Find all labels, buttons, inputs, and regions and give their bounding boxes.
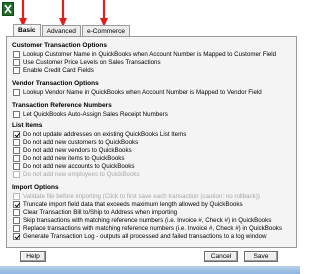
help-button[interactable]: Help <box>20 251 46 262</box>
checkbox-checked[interactable] <box>13 232 20 240</box>
excel-icon <box>2 2 14 16</box>
checkbox[interactable] <box>13 216 20 224</box>
option-lookup-vendor-name[interactable]: Lookup Vendor Name in QuickBooks when Ac… <box>13 88 262 96</box>
checkbox[interactable] <box>13 154 20 162</box>
checkbox[interactable] <box>13 58 20 66</box>
save-button[interactable]: Save <box>244 251 278 262</box>
option-customer-price-levels[interactable]: Use Customer Price Levels on Sales Trans… <box>13 58 161 66</box>
save-button-label: Save <box>253 253 269 260</box>
checkbox[interactable] <box>13 110 20 118</box>
option-label: Do not update addresses on existing Quic… <box>23 130 187 138</box>
checkbox[interactable] <box>13 138 20 146</box>
cancel-button-label: Cancel <box>210 253 232 260</box>
checkbox-disabled <box>13 170 20 178</box>
option-auto-assign-receipt-numbers[interactable]: Let QuickBooks Auto-Assign Sales Receipt… <box>13 110 168 118</box>
option-no-add-customers[interactable]: Do not add new customers to QuickBooks <box>13 138 138 146</box>
checkbox[interactable] <box>13 66 20 74</box>
option-label: Clear Transaction Bill to/Ship to Addres… <box>23 208 178 216</box>
checkbox-disabled <box>13 192 20 200</box>
tab-basic-label: Basic <box>18 27 36 34</box>
checkbox-checked[interactable] <box>13 200 20 208</box>
option-truncate-field-data[interactable]: Truncate import field data that exceeds … <box>13 200 243 208</box>
option-no-add-vendors[interactable]: Do not add new vendors to QuickBooks <box>13 146 132 154</box>
option-label: Let QuickBooks Auto-Assign Sales Receipt… <box>23 110 168 118</box>
tab-ecommerce-label: e-Commerce <box>86 28 126 35</box>
option-replace-matching-transactions[interactable]: Replace transactions with matching refer… <box>13 224 282 232</box>
option-label: Do not add new employees to QuickBooks <box>23 170 140 178</box>
section-title-list-items: List Items <box>12 122 43 129</box>
option-no-update-addresses[interactable]: Do not update addresses on existing Quic… <box>13 130 186 138</box>
option-skip-matching-transactions[interactable]: Skip transactions with matching referenc… <box>13 216 271 224</box>
option-label: Enable Credit Card Fields <box>23 66 94 74</box>
option-label: Lookup Vendor Name in QuickBooks when Ac… <box>23 88 262 96</box>
checkbox[interactable] <box>13 208 20 216</box>
option-label: Do not add new vendors to QuickBooks <box>23 146 132 154</box>
section-title-customer: Customer Transaction Options <box>12 42 107 49</box>
window-bottom-border <box>0 266 300 274</box>
option-credit-card-fields[interactable]: Enable Credit Card Fields <box>13 66 94 74</box>
checkbox[interactable] <box>13 162 20 170</box>
tab-advanced-label: Advanced <box>46 28 76 35</box>
section-title-import-options: Import Options <box>12 184 59 191</box>
option-no-add-items[interactable]: Do not add new items to QuickBooks <box>13 154 124 162</box>
option-label: Do not add new customers to QuickBooks <box>23 138 139 146</box>
checkbox-checked[interactable] <box>13 130 20 138</box>
options-panel: Customer Transaction Options Lookup Cust… <box>6 36 297 248</box>
option-validate-file: Validate file before importing (Click to… <box>13 192 260 200</box>
section-title-reference-numbers: Transaction Reference Numbers <box>12 102 112 109</box>
option-no-add-employees: Do not add new employees to QuickBooks <box>13 170 140 178</box>
option-label: Validate file before importing (Click to… <box>23 192 260 200</box>
option-label: Do not add new items to QuickBooks <box>23 154 125 162</box>
option-label: Generate Transaction Log - outputs all p… <box>23 232 267 240</box>
option-no-add-accounts[interactable]: Do not add new accounts to QuickBooks <box>13 162 134 170</box>
checkbox[interactable] <box>13 50 20 58</box>
checkbox[interactable] <box>13 88 20 96</box>
help-button-label: Help <box>26 253 40 260</box>
checkbox[interactable] <box>13 224 20 232</box>
option-label: Lookup Customer Name in QuickBooks when … <box>23 50 277 58</box>
checkbox[interactable] <box>13 146 20 154</box>
option-generate-transaction-log[interactable]: Generate Transaction Log - outputs all p… <box>13 232 267 240</box>
option-label: Replace transactions with matching refer… <box>23 224 282 232</box>
section-title-vendor: Vendor Transaction Options <box>12 80 99 87</box>
option-lookup-customer-name[interactable]: Lookup Customer Name in QuickBooks when … <box>13 50 276 58</box>
option-label: Truncate import field data that exceeds … <box>23 200 243 208</box>
option-label: Use Customer Price Levels on Sales Trans… <box>23 58 161 66</box>
cancel-button[interactable]: Cancel <box>204 251 238 262</box>
option-label: Do not add new accounts to QuickBooks <box>23 162 135 170</box>
option-label: Skip transactions with matching referenc… <box>23 216 272 224</box>
option-clear-address[interactable]: Clear Transaction Bill to/Ship to Addres… <box>13 208 177 216</box>
